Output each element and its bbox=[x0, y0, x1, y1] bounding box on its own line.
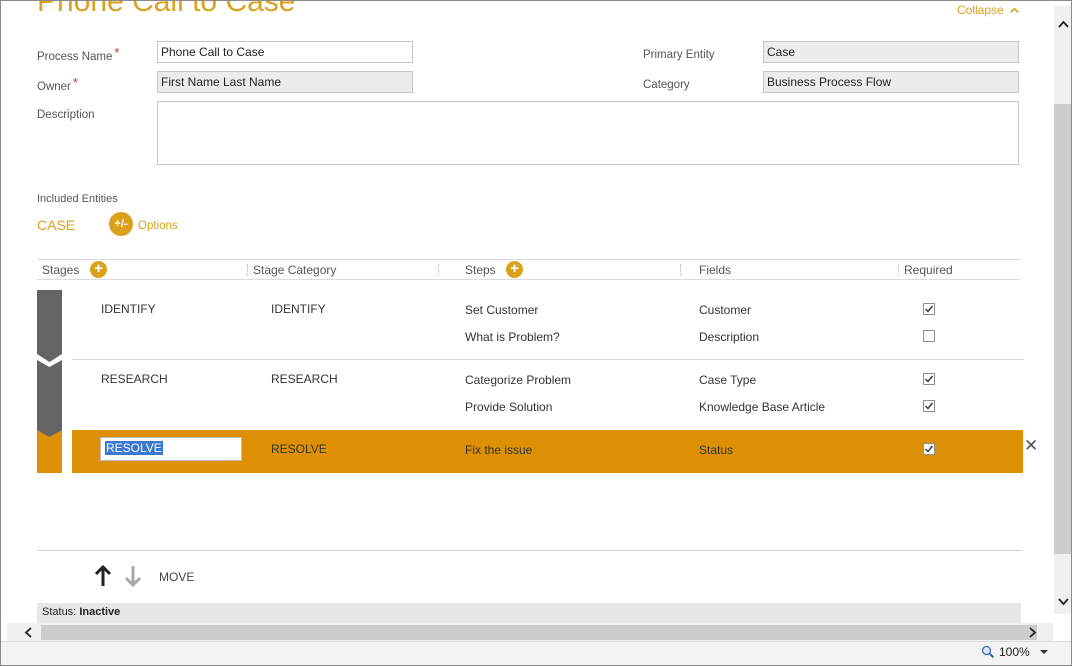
collapse-label: Collapse bbox=[957, 3, 1004, 17]
checkmark-icon bbox=[925, 402, 934, 410]
stage-name[interactable]: IDENTIFY bbox=[101, 302, 156, 316]
move-down-arrow-icon[interactable] bbox=[124, 565, 142, 587]
horizontal-scrollbar-thumb[interactable] bbox=[41, 625, 1037, 640]
options-link[interactable]: Options bbox=[138, 220, 178, 232]
col-stages: Stages bbox=[42, 263, 80, 277]
column-divider bbox=[680, 264, 681, 276]
stage-chevron-identify[interactable] bbox=[37, 290, 62, 362]
move-label: MOVE bbox=[159, 570, 195, 584]
category-field: Business Process Flow bbox=[763, 71, 1019, 93]
step-name[interactable]: Set Customer bbox=[465, 303, 538, 317]
required-checkbox[interactable] bbox=[923, 400, 935, 412]
step-name[interactable]: Fix the issue bbox=[465, 443, 532, 457]
row-divider bbox=[72, 359, 1023, 360]
checkmark-icon bbox=[925, 445, 934, 453]
process-editor-window: Phone Call to Case Collapse Process Name… bbox=[0, 0, 1072, 666]
zoom-control[interactable]: 100% bbox=[981, 645, 1030, 659]
step-field[interactable]: Case Type bbox=[699, 373, 756, 387]
stages-grid-header: Stages + Stage Category Steps + Fields R… bbox=[37, 259, 1020, 280]
zoom-level: 100% bbox=[999, 645, 1030, 659]
page-title: Phone Call to Case bbox=[37, 0, 296, 18]
scroll-up-icon[interactable] bbox=[1056, 17, 1071, 32]
process-name-field[interactable]: Phone Call to Case bbox=[157, 41, 413, 63]
process-name-label-text: Process Name bbox=[37, 51, 113, 63]
stage-chevron-research[interactable] bbox=[37, 360, 62, 438]
add-step-plus-icon[interactable]: + bbox=[506, 261, 523, 278]
grid-bottom-divider bbox=[37, 550, 1022, 551]
options-icon[interactable]: +/- bbox=[109, 212, 133, 236]
category-label: Category bbox=[643, 79, 690, 91]
move-up-arrow-icon[interactable] bbox=[94, 565, 112, 587]
required-marker: * bbox=[114, 45, 120, 60]
entity-case-label: CASE bbox=[37, 217, 76, 233]
col-stage-category: Stage Category bbox=[253, 263, 337, 277]
step-name[interactable]: What is Problem? bbox=[465, 330, 560, 344]
step-field[interactable]: Knowledge Base Article bbox=[699, 400, 825, 414]
owner-label: Owner * bbox=[37, 75, 78, 93]
delete-stage-icon[interactable]: ✕ bbox=[1024, 436, 1038, 456]
magnifier-icon bbox=[981, 645, 995, 659]
stage-category[interactable]: RESOLVE bbox=[271, 442, 327, 456]
add-stage-plus-icon[interactable]: + bbox=[90, 261, 107, 278]
column-divider bbox=[898, 264, 899, 276]
vertical-scrollbar-thumb[interactable] bbox=[1054, 104, 1071, 554]
step-field[interactable]: Description bbox=[699, 330, 759, 344]
required-marker: * bbox=[72, 75, 78, 90]
primary-entity-label: Primary Entity bbox=[643, 49, 715, 61]
zoom-dropdown-icon[interactable] bbox=[1039, 649, 1049, 655]
stage-name-input[interactable]: RESOLVE bbox=[100, 437, 242, 461]
selected-text: RESOLVE bbox=[105, 441, 163, 455]
scroll-right-icon[interactable] bbox=[1025, 625, 1040, 640]
primary-entity-field: Case bbox=[763, 41, 1019, 63]
checkmark-icon bbox=[925, 305, 934, 313]
checkmark-icon bbox=[925, 375, 934, 383]
column-divider bbox=[247, 264, 248, 276]
description-field[interactable] bbox=[157, 101, 1019, 165]
step-field[interactable]: Status bbox=[699, 443, 733, 457]
process-name-label: Process Name * bbox=[37, 45, 120, 63]
status-label: Status: bbox=[42, 606, 77, 618]
scroll-left-icon[interactable] bbox=[21, 625, 36, 640]
browser-status-bar bbox=[1, 641, 1071, 665]
scroll-down-icon[interactable] bbox=[1056, 594, 1071, 609]
owner-field[interactable]: First Name Last Name bbox=[157, 71, 413, 93]
collapse-button[interactable]: Collapse bbox=[957, 3, 1019, 17]
stage-category[interactable]: IDENTIFY bbox=[271, 302, 326, 316]
stage-name[interactable]: RESEARCH bbox=[101, 372, 168, 386]
stage-category[interactable]: RESEARCH bbox=[271, 372, 338, 386]
description-label: Description bbox=[37, 109, 95, 121]
stage-chevron-resolve[interactable] bbox=[37, 430, 62, 473]
required-checkbox[interactable] bbox=[923, 443, 935, 455]
required-checkbox[interactable] bbox=[923, 330, 935, 342]
required-checkbox[interactable] bbox=[923, 373, 935, 385]
col-steps: Steps bbox=[465, 263, 496, 277]
included-entities-heading: Included Entities bbox=[37, 193, 118, 205]
step-field[interactable]: Customer bbox=[699, 303, 751, 317]
status-value: Inactive bbox=[79, 606, 121, 618]
owner-label-text: Owner bbox=[37, 81, 71, 93]
column-divider bbox=[438, 264, 439, 276]
col-fields: Fields bbox=[699, 263, 732, 277]
chevron-up-icon bbox=[1010, 7, 1019, 13]
col-required: Required bbox=[904, 263, 953, 277]
required-checkbox[interactable] bbox=[923, 303, 935, 315]
step-name[interactable]: Categorize Problem bbox=[465, 373, 571, 387]
step-name[interactable]: Provide Solution bbox=[465, 400, 552, 414]
status-bar: Status: Inactive bbox=[37, 603, 1021, 623]
